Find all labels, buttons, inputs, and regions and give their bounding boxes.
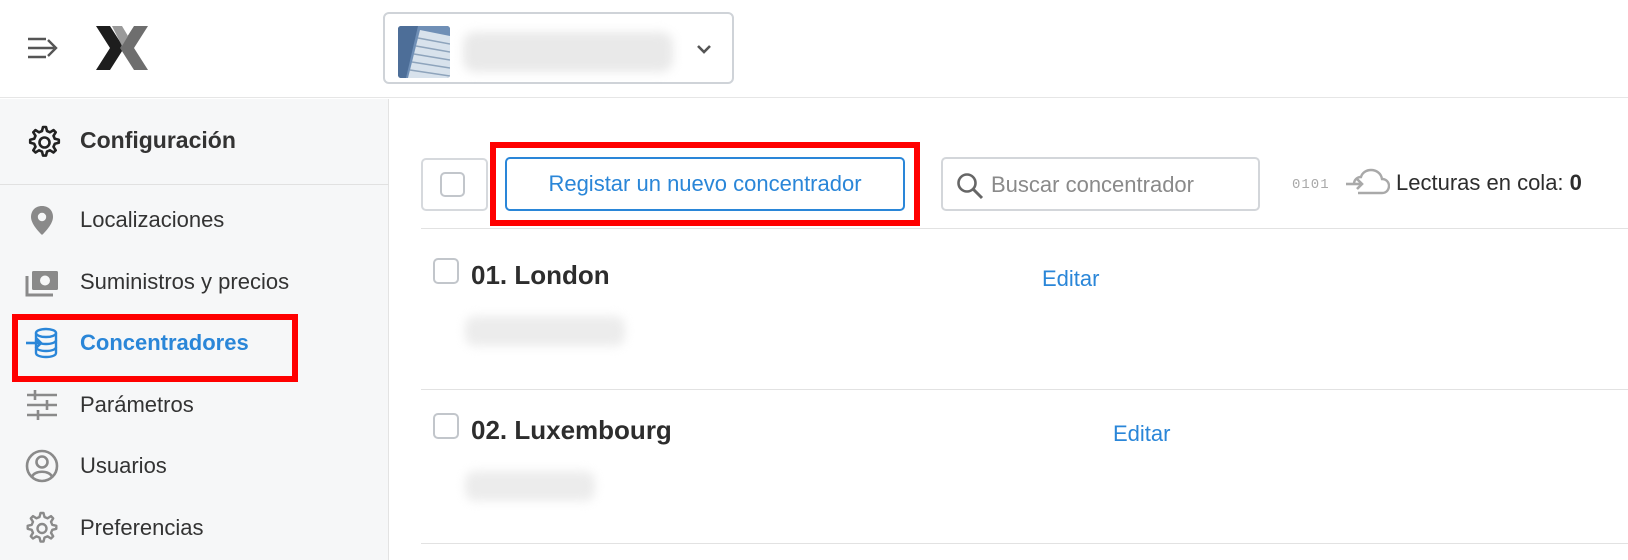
list-divider [421,543,1628,544]
list-divider [421,228,1628,229]
sidebar-item-label: Suministros y precios [80,269,290,294]
gear-icon [26,511,58,543]
sidebar-item-suministros[interactable]: Suministros y precios [0,253,389,309]
cloud-upload-icon [1346,168,1390,195]
sidebar-header: Configuración [0,99,389,185]
row-checkbox[interactable] [433,258,459,284]
search-input[interactable] [991,167,1249,203]
account-selector[interactable] [383,12,734,84]
app-logo[interactable] [94,24,150,72]
list-item: 01. London Editar [421,254,1628,404]
money-icon [25,271,58,297]
sidebar-title: Configuración [80,127,236,153]
queue-bits-text: 0101 [1292,177,1330,193]
highlight-box-sidebar [12,314,298,382]
concentrator-name: 02. Luxembourg [471,415,672,445]
checkbox-box [440,172,465,197]
sidebar-item-label: Parámetros [80,392,194,417]
search-field[interactable] [941,157,1260,211]
sidebar-item-parametros[interactable]: Parámetros [0,376,389,432]
sliders-icon [27,390,57,420]
sidebar-item-localizaciones[interactable]: Localizaciones [0,191,389,247]
list-item: 02. Luxembourg Editar [421,409,1628,559]
select-all-checkbox[interactable] [421,158,488,211]
sidebar-item-label: Localizaciones [80,207,225,232]
x-logo-icon [96,26,148,70]
edit-link[interactable]: Editar [1042,266,1099,292]
search-icon [957,173,984,200]
queue-count: 0 [1569,170,1582,195]
list-divider [421,389,1628,390]
sidebar-item-preferencias[interactable]: Preferencias [0,499,389,555]
queue-label: Lecturas en cola: [1396,170,1564,195]
menu-toggle-button[interactable] [24,32,64,64]
top-header [0,0,1628,98]
row-checkbox[interactable] [433,413,459,439]
sidebar-item-usuarios[interactable]: Usuarios [0,437,389,493]
sidebar-item-label: Preferencias [80,515,204,540]
reading-queue-status: 0101 Lecturas en cola: 0 [1292,167,1612,201]
edit-link[interactable]: Editar [1113,421,1170,447]
building-photo [398,26,450,78]
concentrator-name: 01. London [471,260,610,290]
redacted-detail [465,316,625,346]
user-circle-icon [25,449,59,483]
sidebar-item-label: Usuarios [80,453,167,478]
redacted-detail [465,471,595,501]
highlight-box-register [490,142,920,226]
account-name-redacted [463,32,673,72]
gear-icon [28,125,61,157]
map-pin-icon [31,206,53,235]
chevron-down-icon [697,45,711,54]
menu-collapse-arrow-icon [28,37,58,59]
